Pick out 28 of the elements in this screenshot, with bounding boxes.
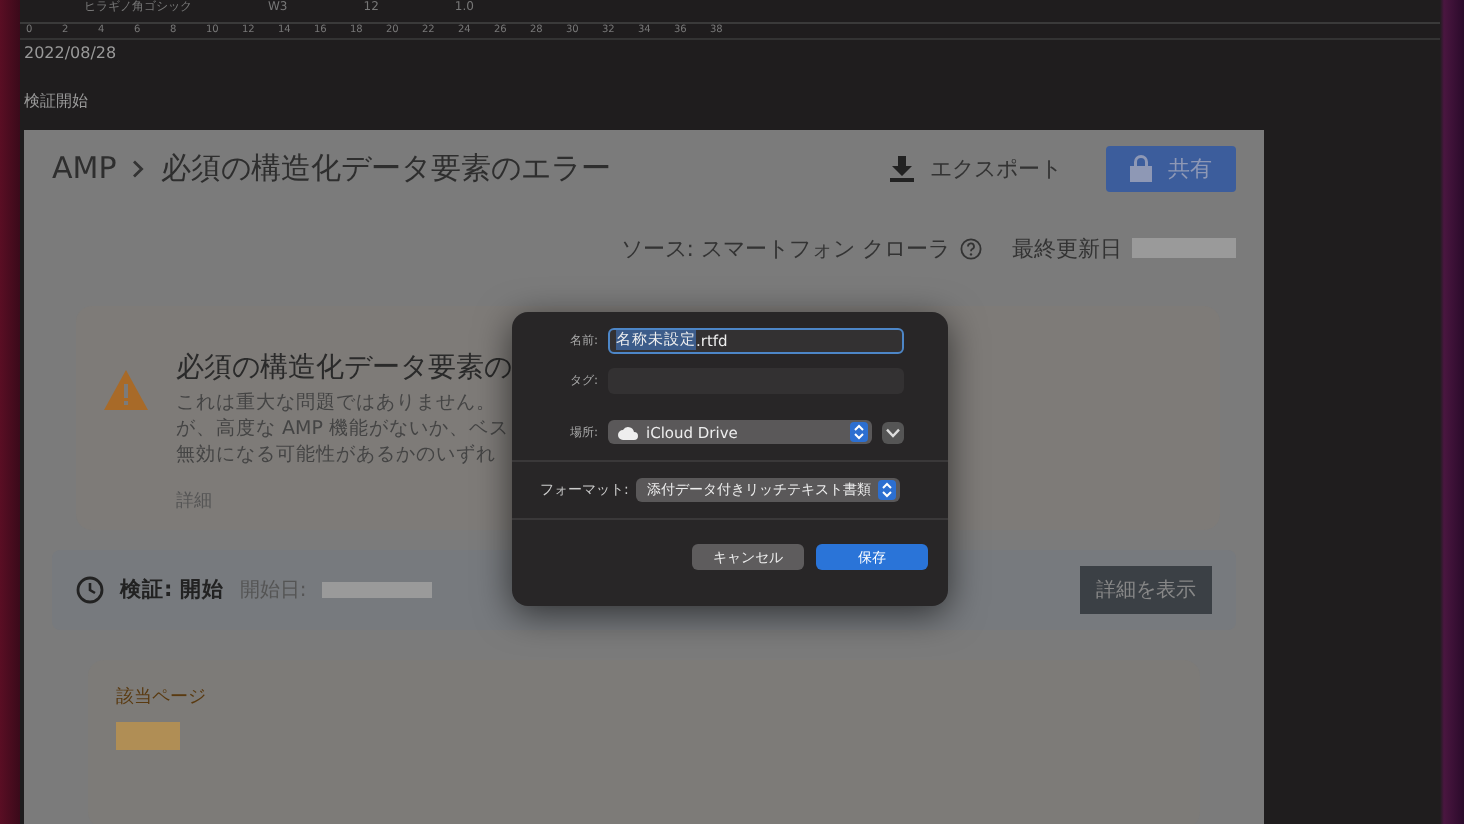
expand-button[interactable] bbox=[882, 421, 904, 443]
download-icon bbox=[890, 155, 914, 181]
chevron-down-icon bbox=[886, 427, 900, 437]
breadcrumb-item[interactable]: AMP bbox=[52, 150, 117, 186]
lock-icon bbox=[1130, 154, 1152, 182]
chevron-right-icon bbox=[132, 159, 145, 177]
share-button[interactable]: 共有 bbox=[1106, 145, 1236, 191]
blurred-date bbox=[1132, 238, 1236, 258]
cloud-icon bbox=[618, 425, 638, 439]
document-text-line: 検証開始 bbox=[24, 90, 90, 114]
stepper-icon bbox=[850, 422, 868, 442]
document-text-line: 2022/08/28 bbox=[24, 44, 119, 66]
affected-pages-title: 該当ページ bbox=[116, 685, 208, 710]
validation-status: 検証: 開始 bbox=[120, 576, 224, 604]
clock-icon bbox=[76, 576, 104, 604]
issue-description-line: 無効になる可能性があるかのいずれ bbox=[176, 442, 498, 468]
export-button[interactable]: エクスポート bbox=[870, 153, 1082, 183]
last-updated-label: 最終更新日 bbox=[1012, 233, 1122, 263]
issue-title: 必須の構造化データ要素の bbox=[176, 350, 512, 386]
source-text: ソース: スマートフォン クローラ bbox=[620, 233, 950, 263]
blurred-count bbox=[116, 722, 180, 750]
help-icon[interactable] bbox=[960, 237, 982, 259]
issue-description-line: これは重大な問題ではありません。 bbox=[176, 390, 498, 416]
stepper-icon bbox=[878, 480, 897, 500]
blurred-date bbox=[322, 582, 433, 598]
warning-icon bbox=[104, 370, 148, 410]
breadcrumb-item[interactable]: 必須の構造化データ要素のエラー bbox=[160, 149, 611, 187]
show-details-button[interactable]: 詳細を表示 bbox=[1080, 566, 1212, 614]
